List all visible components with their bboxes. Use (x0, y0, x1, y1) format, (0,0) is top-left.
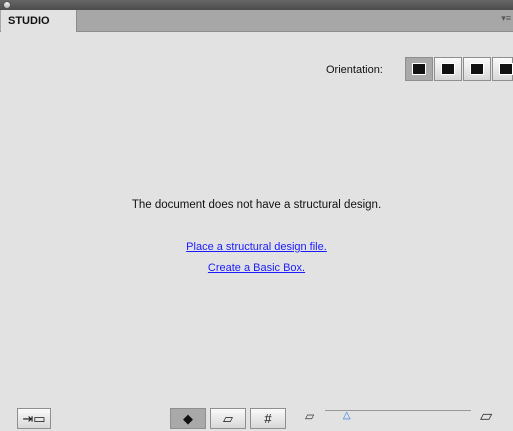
orientation-front-button[interactable] (405, 57, 433, 81)
zoom-slider-thumb[interactable]: △ (343, 410, 351, 421)
window-titlebar (0, 0, 513, 10)
solid-view-icon: ◆ (183, 411, 193, 426)
orientation-top-icon (470, 63, 484, 75)
mode-grid-button[interactable]: # (250, 408, 286, 429)
orientation-side-button[interactable] (434, 57, 462, 81)
close-icon[interactable] (3, 1, 11, 9)
orientation-label: Orientation: (326, 64, 383, 76)
orientation-side-icon (441, 63, 455, 75)
place-design-link[interactable]: Place a structural design file. (0, 241, 513, 253)
orientation-back-button[interactable] (492, 57, 513, 81)
export-import-button[interactable]: ⇥▭ (17, 408, 51, 429)
mode-solid-button[interactable]: ◆ (170, 408, 206, 429)
zoom-small-icon[interactable]: ▱ (305, 409, 314, 423)
create-basic-box-link[interactable]: Create a Basic Box. (0, 262, 513, 274)
orientation-top-button[interactable] (463, 57, 491, 81)
tab-studio[interactable]: STUDIO (1, 10, 77, 32)
mode-wireframe-button[interactable]: ▱ (210, 408, 246, 429)
wireframe-box-icon: ▱ (223, 411, 233, 426)
no-design-message: The document does not have a structural … (131, 199, 382, 211)
orientation-front-icon (412, 63, 426, 75)
zoom-large-icon[interactable]: ▱ (480, 406, 492, 426)
panel-menu-icon[interactable]: ▾≡ (501, 13, 511, 24)
export-import-icon: ⇥▭ (22, 411, 46, 426)
orientation-back-icon (499, 63, 513, 75)
grid-icon: # (264, 411, 272, 426)
